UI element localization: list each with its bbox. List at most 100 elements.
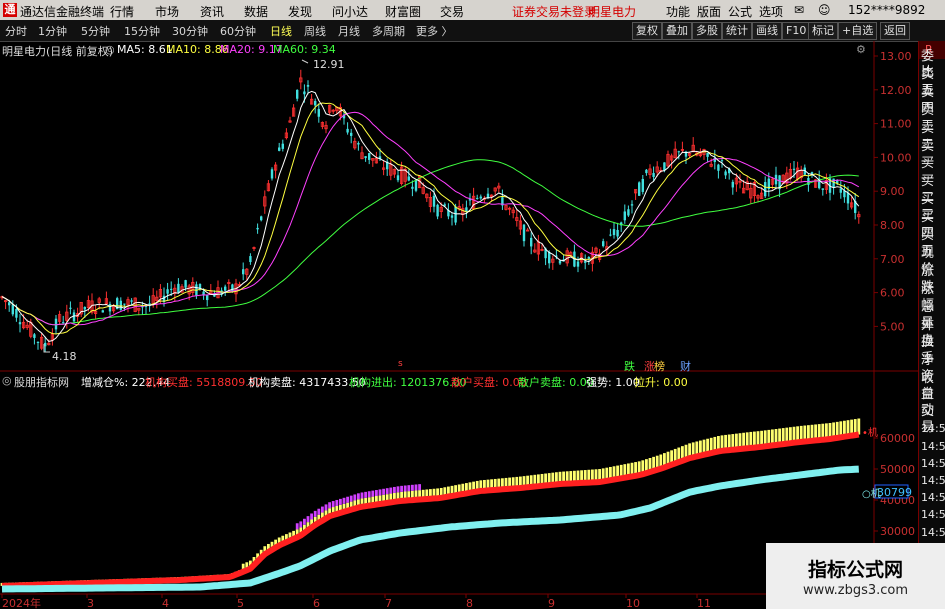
event-marker-small[interactable]: s [398, 359, 403, 369]
main-y-tick: 12.00 [880, 84, 912, 97]
main-y-tick: 5.00 [880, 320, 905, 333]
mail-icon[interactable]: ✉ [794, 3, 804, 17]
period-5min[interactable]: 5分钟 [81, 23, 110, 39]
menu-faxian[interactable]: 发现 [288, 3, 312, 20]
menu-xuanxiang[interactable]: 选项 [759, 3, 783, 20]
stock-chart-title: 明星电力(日线 前复权) [2, 45, 114, 58]
watermark-url: www.zbgs3.com [802, 583, 909, 598]
ma5-value: MA5: 8.61 [117, 43, 173, 56]
menu-wenxiaoda[interactable]: 问小达 [332, 3, 368, 20]
ma-toggle-icon[interactable]: ◎ [105, 43, 115, 56]
phone-number[interactable]: 152****9892 [848, 3, 925, 17]
login-status[interactable]: 证券交易未登录 [512, 3, 596, 20]
period-30min[interactable]: 30分钟 [172, 23, 208, 39]
tag-sell: ○机 [862, 487, 881, 500]
tool-duogu[interactable]: 多股 [692, 22, 722, 40]
ma10-line [1, 102, 860, 335]
indicator-y-tick: 60000 [880, 432, 915, 445]
ind-qiangshi: 强势: 1.00 [586, 376, 640, 389]
quote-side-panel[interactable]: R 委比 卖五 卖四 卖三 卖二 卖一 买一 买二 买三 买四 买五 现价 涨跌 涨幅 总量 外盘 换手 净资 收益… [918, 41, 945, 609]
trade-label: 14:56 [921, 422, 945, 436]
ma60-value: MA60: 9.34 [273, 43, 336, 56]
low-price-label: 4.18 [52, 350, 77, 363]
marker-bang[interactable]: 榜 [654, 358, 665, 374]
high-price-label: 12.91 [313, 58, 345, 71]
indicator-toggle-icon[interactable]: ◎ [2, 374, 12, 387]
tool-back[interactable]: 返回 [880, 22, 910, 40]
period-fenshi[interactable]: 分时 [5, 23, 27, 39]
menu-shichang[interactable]: 市场 [155, 3, 179, 20]
menu-bar: 通 通达信金融终端 行情 市场 资讯 数据 发现 问小达 财富圈 交易 证券交易… [0, 0, 945, 20]
menu-zixun[interactable]: 资讯 [200, 3, 224, 20]
tool-diejia[interactable]: 叠加 [662, 22, 692, 40]
settings-icon[interactable]: ⚙ [856, 43, 866, 56]
current-value: 30799 [877, 486, 912, 499]
main-y-axis: 13.00 12.00 11.00 10.00 9.00 8.00 7.00 6.00 5.00 [874, 50, 912, 333]
watermark-title: 指标公式网 [807, 559, 903, 581]
period-daily[interactable]: 日线 [270, 23, 292, 39]
tool-huaxian[interactable]: 画线 [752, 22, 782, 40]
app-title: 通达信金融终端 [20, 5, 105, 19]
trade-label: 14:56 [921, 525, 945, 539]
ma5-line [1, 90, 860, 342]
x-axis-label: 3 [87, 597, 94, 609]
site-watermark: 指标公式网 www.zbgs3.com [766, 543, 945, 609]
x-axis-label: 10 [626, 597, 640, 609]
period-monthly[interactable]: 月线 [338, 23, 360, 39]
ind-sanhu-buy: 散户买盘: 0.00 [451, 376, 527, 389]
marker-cai[interactable]: 财 [680, 358, 691, 374]
current-stock-name: 明星电力 [588, 5, 637, 19]
period-60min[interactable]: 60分钟 [220, 23, 256, 39]
tag-buy: •机 [862, 426, 878, 439]
trade-label: 14:56 [921, 439, 945, 453]
app-logo: 通 [3, 3, 17, 17]
trade-label: 14:56 [921, 508, 945, 522]
tool-f10[interactable]: F10 [782, 22, 811, 40]
x-axis-label: 9 [548, 597, 555, 609]
indicator-y-tick: 30000 [880, 525, 915, 538]
x-axis-label: 7 [385, 597, 392, 609]
user-icon[interactable]: ☺ [818, 3, 831, 17]
tool-tongji[interactable]: 统计 [722, 22, 752, 40]
period-multi[interactable]: 多周期 [372, 23, 405, 39]
period-15min[interactable]: 15分钟 [124, 23, 160, 39]
main-y-tick: 6.00 [880, 287, 905, 300]
main-y-tick: 10.00 [880, 151, 912, 164]
ind-jigou-buy: 机构买盘: 5518809.50 [145, 376, 263, 389]
institution-sell-line [1, 465, 859, 593]
menu-jiaoyi[interactable]: 交易 [440, 3, 464, 20]
trade-label: 14:56 [921, 474, 945, 487]
main-y-tick: 7.00 [880, 253, 905, 266]
high-label-leader [301, 59, 309, 64]
menu-gongneng[interactable]: 功能 [666, 3, 690, 20]
indicator-name: 股朋指标网 [14, 376, 69, 389]
chart-area[interactable]: 13.00 12.00 11.00 10.00 9.00 8.00 7.00 6.00 5.00… [0, 41, 918, 609]
tool-biaoji[interactable]: 标记 [808, 22, 838, 40]
x-axis-label: 5 [237, 597, 244, 609]
menu-caifuquan[interactable]: 财富圈 [385, 3, 421, 20]
candlesticks[interactable] [0, 69, 861, 352]
tool-fuquan[interactable]: 复权 [632, 22, 662, 40]
ind-sanhu-sell: 散户卖盘: 0.00 [518, 376, 594, 389]
period-toolbar: 分时 1分钟 5分钟 15分钟 30分钟 60分钟 日线 周线 月线 多周期 更… [0, 20, 945, 42]
x-axis: 2024年 3 4 5 6 7 8 9 10 11 [0, 593, 874, 609]
menu-shuju[interactable]: 数据 [244, 3, 268, 20]
main-y-tick: 11.00 [880, 118, 912, 131]
main-y-tick: 13.00 [880, 50, 912, 63]
main-y-tick: 9.00 [880, 185, 905, 198]
menu-gongshi[interactable]: 公式 [728, 3, 752, 20]
indicator-yellow-bars [0, 418, 861, 586]
period-weekly[interactable]: 周线 [304, 23, 326, 39]
period-1min[interactable]: 1分钟 [38, 23, 67, 39]
period-more[interactable]: 更多 〉 [416, 23, 453, 39]
x-axis-label: 11 [697, 597, 711, 609]
x-axis-label: 2024年 [2, 596, 41, 609]
x-axis-label: 8 [466, 597, 473, 609]
ind-jigou-net: 机构进出: 1201376.00 [349, 376, 467, 389]
marker-die[interactable]: 跌 [624, 358, 635, 374]
menu-banmian[interactable]: 版面 [697, 3, 721, 20]
ma60-line [1, 159, 859, 326]
menu-hangqing[interactable]: 行情 [110, 3, 134, 20]
trade-label: 14:56 [921, 491, 945, 505]
tool-add-watchlist[interactable]: +自选 [838, 22, 878, 40]
